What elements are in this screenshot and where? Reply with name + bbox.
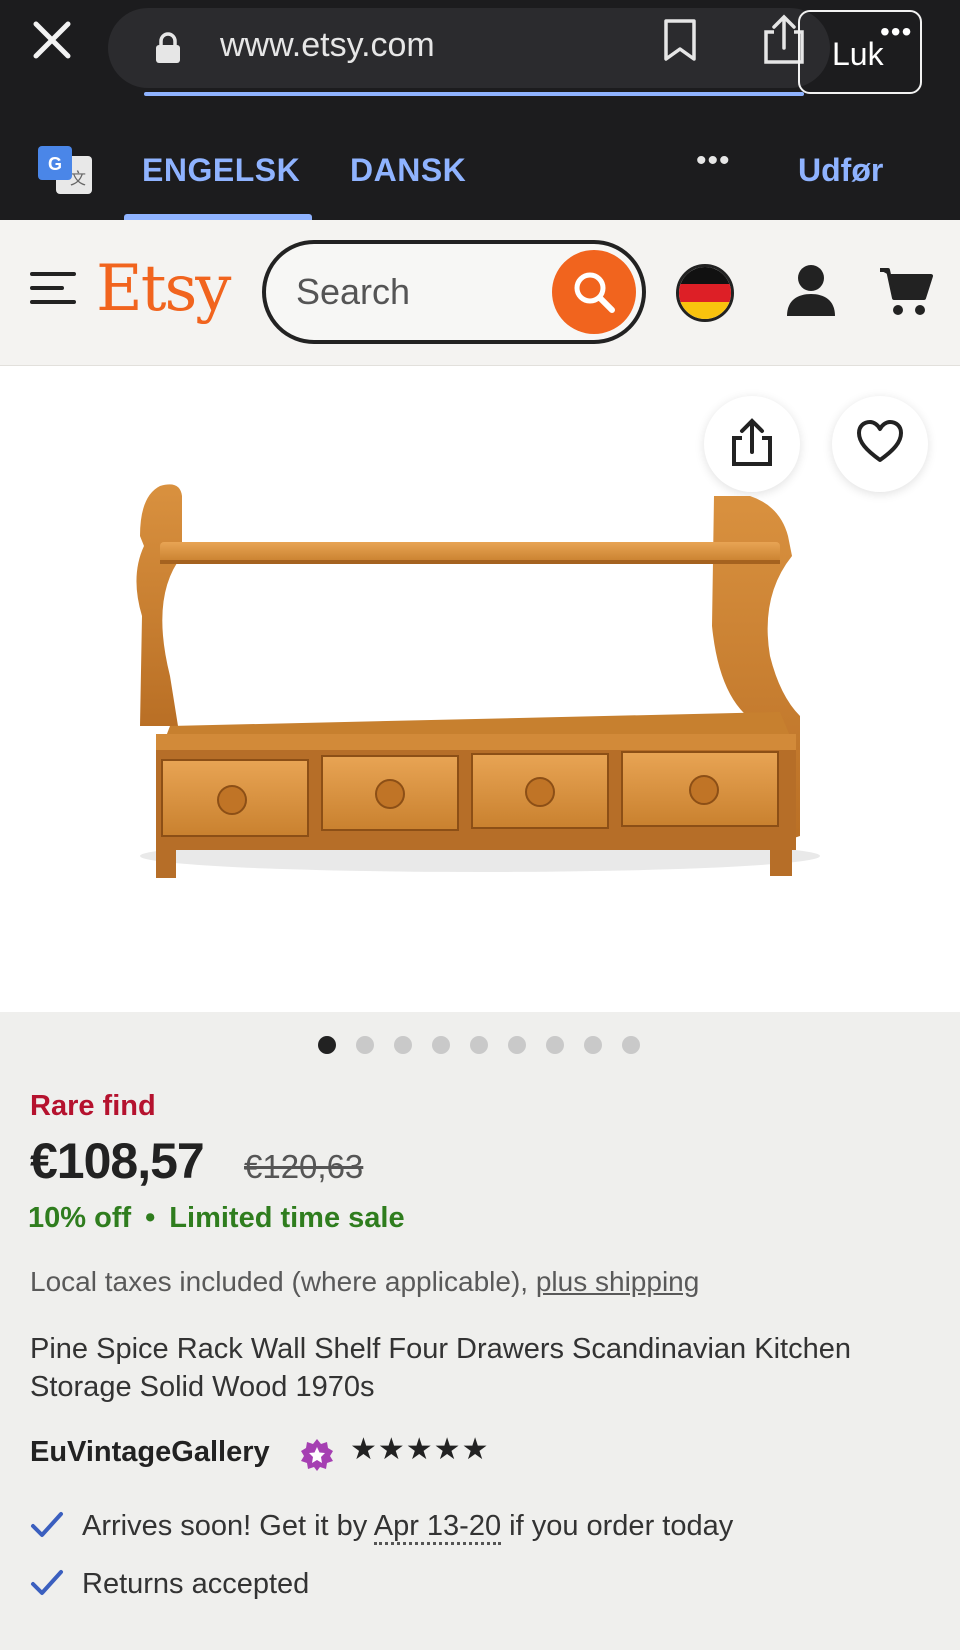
translate-more-icon[interactable]: ••• bbox=[696, 144, 731, 178]
shop-rating-stars: ★★★★★ bbox=[350, 1433, 490, 1466]
rare-find-badge: Rare find bbox=[30, 1090, 156, 1122]
heart-icon bbox=[857, 420, 903, 462]
lock-icon bbox=[156, 32, 180, 63]
svg-text:G: G bbox=[48, 154, 62, 174]
checkmark-icon bbox=[31, 1570, 63, 1595]
svg-text:文: 文 bbox=[70, 169, 86, 188]
search-button[interactable] bbox=[552, 250, 636, 334]
taxes-note: Local taxes included (where applicable),… bbox=[30, 1266, 699, 1298]
product-title: Pine Spice Rack Wall Shelf Four Drawers … bbox=[30, 1333, 851, 1403]
pagination-dot[interactable] bbox=[318, 1036, 336, 1054]
discount-label: 10% off bbox=[28, 1202, 132, 1234]
tab-target-language[interactable]: DANSK bbox=[350, 152, 466, 189]
pagination-dot[interactable] bbox=[584, 1036, 602, 1054]
star-seller-badge-icon bbox=[301, 1439, 333, 1471]
delivery-dates-link[interactable]: Apr 13-20 bbox=[373, 1510, 502, 1545]
pagination-dot[interactable] bbox=[622, 1036, 640, 1054]
sale-price: €108,57 bbox=[30, 1133, 205, 1189]
more-menu-icon[interactable]: ••• bbox=[880, 16, 912, 48]
delivery-suffix: if you order today bbox=[501, 1510, 734, 1542]
url-text: www.etsy.com bbox=[220, 26, 435, 64]
share-icon bbox=[732, 418, 772, 466]
pagination-dot[interactable] bbox=[432, 1036, 450, 1054]
checkmark-icon bbox=[31, 1512, 63, 1537]
menu-icon[interactable] bbox=[30, 270, 76, 306]
bookmark-icon[interactable] bbox=[662, 18, 698, 62]
search-input[interactable] bbox=[296, 270, 536, 314]
sale-label: Limited time sale bbox=[169, 1202, 405, 1234]
shipping-link[interactable]: plus shipping bbox=[536, 1266, 699, 1297]
favorite-button[interactable] bbox=[832, 396, 928, 492]
translate-done-button[interactable]: Udfør bbox=[798, 152, 883, 189]
site-header: Etsy bbox=[0, 220, 960, 366]
address-bar[interactable]: www.etsy.com bbox=[108, 8, 830, 96]
close-icon[interactable] bbox=[28, 16, 76, 64]
pagination-dot[interactable] bbox=[508, 1036, 526, 1054]
search-bar bbox=[262, 240, 646, 344]
pagination-dot[interactable] bbox=[546, 1036, 564, 1054]
discount-line: 10% off • Limited time sale bbox=[28, 1202, 405, 1235]
account-icon[interactable] bbox=[784, 262, 838, 318]
returns-text: Returns accepted bbox=[82, 1568, 310, 1600]
taxes-text: Local taxes included (where applicable), bbox=[30, 1266, 536, 1297]
google-translate-icon: 文 G bbox=[38, 146, 92, 194]
translate-toolbar: 文 G ENGELSK DANSK ••• Udfør bbox=[0, 110, 960, 220]
pagination-dot[interactable] bbox=[356, 1036, 374, 1054]
product-photo-spice-rack bbox=[136, 484, 820, 878]
germany-flag-icon[interactable] bbox=[676, 264, 734, 322]
browser-toolbar: www.etsy.com Luk ••• bbox=[0, 0, 960, 110]
pagination-dot[interactable] bbox=[394, 1036, 412, 1054]
product-image-gallery[interactable] bbox=[0, 366, 960, 1012]
page-load-progress bbox=[144, 92, 804, 96]
separator-dot: • bbox=[145, 1202, 156, 1234]
delivery-prefix: Arrives soon! Get it by bbox=[82, 1510, 374, 1542]
tab-source-language[interactable]: ENGELSK bbox=[142, 152, 300, 189]
search-icon bbox=[574, 272, 615, 313]
original-price: €120,63 bbox=[244, 1148, 364, 1185]
etsy-logo[interactable]: Etsy bbox=[96, 252, 231, 326]
cart-icon[interactable] bbox=[878, 264, 934, 318]
pagination-dot[interactable] bbox=[470, 1036, 488, 1054]
shop-name-link[interactable]: EuVintageGallery bbox=[30, 1436, 270, 1469]
